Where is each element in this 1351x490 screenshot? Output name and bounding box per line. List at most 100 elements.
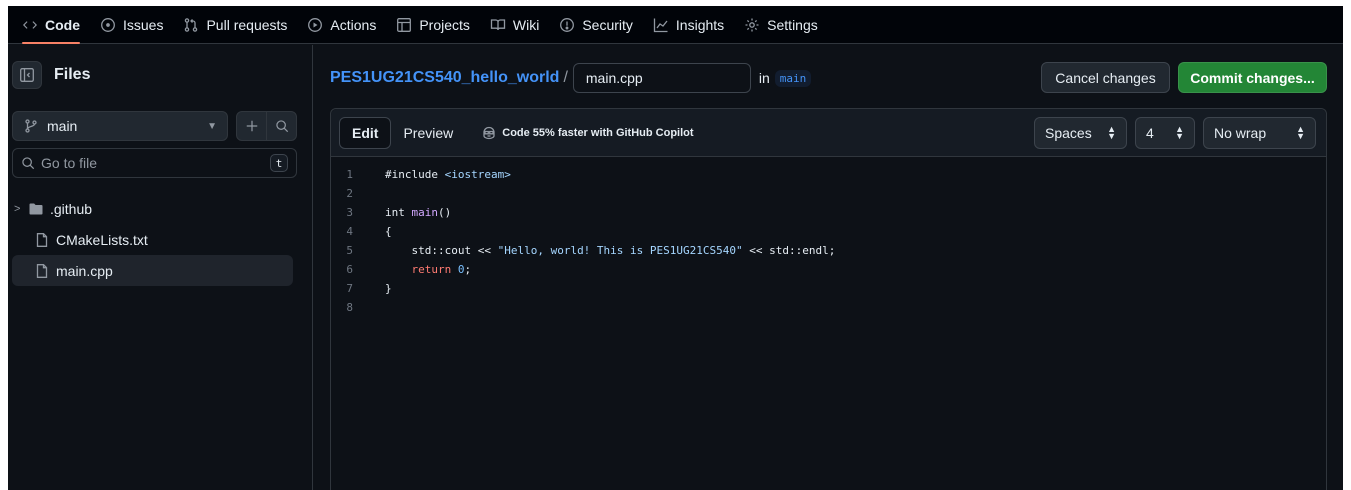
indent-mode-select[interactable]: Spaces ▲ ▼	[1034, 117, 1127, 149]
tab-security[interactable]: Security	[551, 6, 641, 44]
cancel-changes-button[interactable]: Cancel changes	[1041, 62, 1170, 93]
tree-item-github-folder[interactable]: > .github	[8, 193, 293, 224]
line-number: 5	[346, 244, 353, 257]
code-line: 1 #include <iostream>	[331, 165, 1326, 184]
copilot-text: Code 55% faster with GitHub Copilot	[502, 126, 694, 139]
branch-name: main	[47, 118, 78, 134]
line-content: }	[385, 282, 392, 295]
code-area[interactable]: 1 #include <iostream> 2 3 int main() 4 {…	[331, 157, 1326, 490]
copilot-promo[interactable]: Code 55% faster with GitHub Copilot	[481, 125, 694, 141]
tab-code[interactable]: Code	[14, 6, 88, 44]
line-content: std::cout << "Hello, world! This is PES1…	[385, 244, 836, 257]
go-to-file-placeholder: Go to file	[41, 155, 98, 171]
commit-changes-button[interactable]: Commit changes...	[1178, 62, 1327, 93]
files-header: Files	[12, 61, 90, 89]
code-line: 5 std::cout << "Hello, world! This is PE…	[331, 241, 1326, 260]
shield-icon	[559, 17, 575, 33]
book-icon	[490, 17, 506, 33]
line-number: 2	[346, 187, 353, 200]
search-icon	[275, 120, 288, 133]
folder-icon	[28, 201, 44, 217]
files-title: Files	[54, 66, 91, 83]
tab-pull-requests-label: Pull requests	[206, 16, 288, 33]
edit-tab[interactable]: Edit	[339, 116, 392, 149]
code-line: 8	[331, 298, 1326, 317]
plus-icon	[246, 120, 257, 132]
repo-link[interactable]: PES1UG21CS540_hello_world	[330, 69, 559, 87]
breadcrumb: PES1UG21CS540_hello_world / main.cpp in …	[330, 63, 812, 93]
line-number: 8	[346, 301, 353, 314]
code-icon	[22, 17, 38, 33]
tab-wiki-label: Wiki	[512, 16, 540, 33]
sidebar-collapse-icon	[20, 68, 34, 82]
chevron-right-icon: >	[14, 202, 21, 215]
search-files-button[interactable]	[267, 112, 296, 140]
file-actions-group	[236, 111, 297, 141]
git-branch-icon	[23, 118, 39, 134]
issue-opened-icon	[100, 17, 116, 33]
repo-nav: Code Issues Pull requests Actions Projec…	[8, 6, 1343, 44]
branch-badge: main	[774, 69, 812, 87]
tab-insights[interactable]: Insights	[645, 6, 732, 44]
file-tree: > .github CMakeLists.txt main.cpp	[8, 193, 293, 286]
breadcrumb-separator: /	[563, 69, 568, 86]
preview-tab[interactable]: Preview	[391, 117, 465, 149]
tree-item-label: CMakeLists.txt	[56, 231, 148, 248]
branch-row: main ▼	[12, 111, 297, 141]
filename-input[interactable]: main.cpp	[572, 63, 751, 93]
tab-settings-label: Settings	[767, 16, 818, 33]
code-line: 3 int main()	[331, 203, 1326, 222]
collapse-sidebar-button[interactable]	[12, 61, 42, 89]
branch-selector[interactable]: main ▼	[12, 111, 228, 141]
code-line: 4 {	[331, 222, 1326, 241]
edit-preview-toggle: Edit Preview	[339, 116, 466, 149]
code-line: 6 return 0;	[331, 260, 1326, 279]
select-arrows-icon: ▲ ▼	[1175, 124, 1184, 141]
tab-issues[interactable]: Issues	[92, 6, 171, 44]
code-line: 2	[331, 184, 1326, 203]
tree-item-main-cpp[interactable]: main.cpp	[12, 255, 293, 286]
line-number: 4	[346, 225, 353, 238]
code-editor: Edit Preview Code 55% faster with GitHub…	[330, 108, 1327, 490]
wrap-mode-select[interactable]: No wrap ▲ ▼	[1203, 117, 1316, 149]
line-number: 7	[346, 282, 353, 295]
gear-icon	[744, 17, 760, 33]
tab-projects[interactable]: Projects	[388, 6, 478, 44]
triangle-down-icon: ▼	[207, 120, 217, 132]
play-icon	[307, 17, 323, 33]
tab-settings[interactable]: Settings	[736, 6, 826, 44]
tab-issues-label: Issues	[123, 16, 164, 33]
table-icon	[396, 17, 412, 33]
line-content: #include <iostream>	[385, 168, 511, 181]
tree-item-cmakelists[interactable]: CMakeLists.txt	[8, 224, 293, 255]
search-icon	[22, 157, 35, 170]
graph-icon	[653, 17, 669, 33]
file-tree-sidebar: Files main ▼ Go to file t > .github CMak…	[8, 45, 313, 490]
keyboard-shortcut-badge: t	[270, 154, 288, 172]
tree-item-label: .github	[50, 200, 93, 217]
select-arrows-icon: ▲ ▼	[1296, 124, 1305, 141]
tab-pull-requests[interactable]: Pull requests	[175, 6, 295, 44]
app-window: Code Issues Pull requests Actions Projec…	[8, 6, 1343, 490]
line-content: int main()	[385, 206, 452, 219]
line-number: 1	[346, 168, 353, 181]
indent-mode-value: Spaces	[1045, 125, 1092, 141]
tab-wiki[interactable]: Wiki	[482, 6, 547, 44]
in-label: in	[758, 70, 770, 86]
line-content: return 0;	[411, 263, 472, 276]
select-arrows-icon: ▲ ▼	[1107, 124, 1116, 141]
indent-size-select[interactable]: 4 ▲ ▼	[1135, 117, 1195, 149]
add-file-button[interactable]	[237, 112, 267, 140]
file-icon	[34, 232, 50, 248]
file-icon	[34, 263, 50, 279]
editor-toolbar: Edit Preview Code 55% faster with GitHub…	[331, 109, 1326, 157]
tab-actions-label: Actions	[330, 16, 377, 33]
code-line: 7 }	[331, 279, 1326, 298]
tab-projects-label: Projects	[419, 16, 470, 33]
tab-security-label: Security	[582, 16, 633, 33]
tab-code-label: Code	[45, 16, 80, 33]
tab-actions[interactable]: Actions	[299, 6, 384, 44]
copilot-icon	[483, 126, 495, 139]
go-to-file-input[interactable]: Go to file t	[12, 148, 297, 178]
indent-size-value: 4	[1146, 125, 1154, 141]
